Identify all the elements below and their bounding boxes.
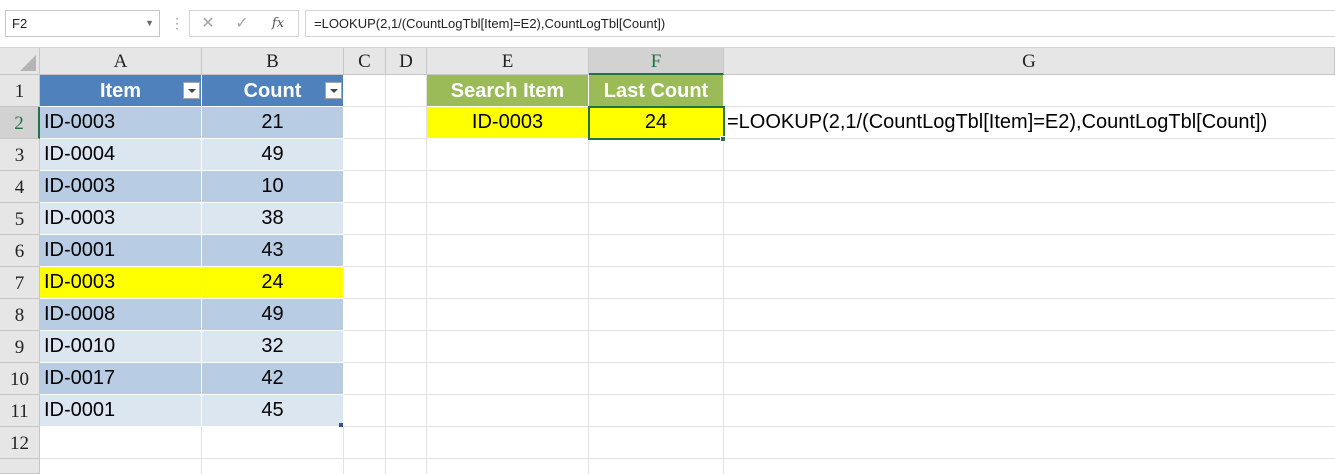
row-header-2[interactable]: 2 bbox=[0, 107, 40, 139]
table-cell-item[interactable]: ID-0001 bbox=[40, 235, 202, 267]
column-header-c[interactable]: C bbox=[344, 48, 386, 75]
table-cell-item[interactable]: ID-0017 bbox=[40, 363, 202, 395]
filter-dropdown-icon[interactable] bbox=[325, 82, 342, 99]
row-header-1[interactable]: 1 bbox=[0, 75, 40, 107]
column-header-g[interactable]: G bbox=[724, 48, 1335, 75]
row-header-9[interactable]: 9 bbox=[0, 331, 40, 363]
row-header-6[interactable]: 6 bbox=[0, 235, 40, 267]
table-header-item-label: Item bbox=[99, 80, 142, 102]
check-icon[interactable]: ✓ bbox=[226, 11, 258, 36]
select-all-triangle-icon bbox=[20, 55, 36, 71]
table-cell-item[interactable]: ID-0008 bbox=[40, 299, 202, 331]
table-cell-count[interactable]: 21 bbox=[202, 107, 344, 139]
row-header-12[interactable]: 12 bbox=[0, 427, 40, 459]
table-cell-count[interactable]: 49 bbox=[202, 139, 344, 171]
search-item-header[interactable]: Search Item bbox=[427, 75, 589, 107]
column-header-f[interactable]: F bbox=[589, 48, 724, 75]
table-cell-item[interactable]: ID-0010 bbox=[40, 331, 202, 363]
table-header-item[interactable]: Item bbox=[40, 75, 202, 107]
name-box-value: F2 bbox=[12, 16, 28, 31]
table-cell-count[interactable]: 10 bbox=[202, 171, 344, 203]
last-count-header[interactable]: Last Count bbox=[589, 75, 724, 107]
table-cell-item-highlighted[interactable]: ID-0003 bbox=[40, 267, 202, 299]
name-box[interactable]: F2 ▼ bbox=[5, 10, 160, 37]
insert-function-icon[interactable]: fx bbox=[262, 11, 294, 36]
row-header-13[interactable] bbox=[0, 459, 40, 474]
chevron-down-icon[interactable]: ▼ bbox=[145, 11, 154, 36]
spreadsheet-grid: A B C D E F G 1 2 3 4 5 6 7 8 9 10 11 12… bbox=[0, 48, 1335, 474]
row-header-7[interactable]: 7 bbox=[0, 267, 40, 299]
column-header-e[interactable]: E bbox=[427, 48, 589, 75]
column-header-d[interactable]: D bbox=[386, 48, 427, 75]
cancel-icon[interactable]: ✕ bbox=[192, 11, 224, 36]
table-cell-count[interactable]: 45 bbox=[202, 395, 344, 427]
formula-buttons: ✕ ✓ fx bbox=[189, 10, 299, 37]
row-header-4[interactable]: 4 bbox=[0, 171, 40, 203]
fill-handle[interactable] bbox=[720, 136, 726, 142]
filter-dropdown-icon[interactable] bbox=[183, 82, 200, 99]
table-cell-count[interactable]: 42 bbox=[202, 363, 344, 395]
search-item-value[interactable]: ID-0003 bbox=[427, 107, 589, 139]
formula-display-text[interactable]: =LOOKUP(2,1/(CountLogTbl[Item]=E2),Count… bbox=[727, 107, 1267, 139]
table-cell-item[interactable]: ID-0003 bbox=[40, 171, 202, 203]
gridline bbox=[40, 458, 1335, 459]
table-header-count-label: Count bbox=[243, 80, 302, 102]
row-header-10[interactable]: 10 bbox=[0, 363, 40, 395]
table-cell-count-highlighted[interactable]: 24 bbox=[202, 267, 344, 299]
select-all-button[interactable] bbox=[0, 48, 40, 75]
column-header-b[interactable]: B bbox=[202, 48, 344, 75]
table-header-count[interactable]: Count bbox=[202, 75, 344, 107]
table-cell-count[interactable]: 32 bbox=[202, 331, 344, 363]
table-cell-item[interactable]: ID-0003 bbox=[40, 203, 202, 235]
more-options-icon[interactable]: ⋮ bbox=[170, 10, 184, 37]
formula-bar: F2 ▼ ⋮ ✕ ✓ fx =LOOKUP(2,1/(CountLogTbl[I… bbox=[0, 0, 1335, 48]
row-header-11[interactable]: 11 bbox=[0, 395, 40, 427]
gridline bbox=[385, 75, 386, 474]
table-cell-item[interactable]: ID-0001 bbox=[40, 395, 202, 427]
formula-input[interactable]: =LOOKUP(2,1/(CountLogTbl[Item]=E2),Count… bbox=[305, 10, 1335, 37]
column-header-a[interactable]: A bbox=[40, 48, 202, 75]
active-cell-border bbox=[588, 106, 725, 140]
row-header-3[interactable]: 3 bbox=[0, 139, 40, 171]
row-header-8[interactable]: 8 bbox=[0, 299, 40, 331]
table-cell-count[interactable]: 43 bbox=[202, 235, 344, 267]
table-cell-item[interactable]: ID-0004 bbox=[40, 139, 202, 171]
row-header-5[interactable]: 5 bbox=[0, 203, 40, 235]
table-cell-count[interactable]: 38 bbox=[202, 203, 344, 235]
table-cell-item[interactable]: ID-0003 bbox=[40, 107, 202, 139]
table-resize-handle[interactable] bbox=[339, 423, 343, 427]
table-cell-count[interactable]: 49 bbox=[202, 299, 344, 331]
